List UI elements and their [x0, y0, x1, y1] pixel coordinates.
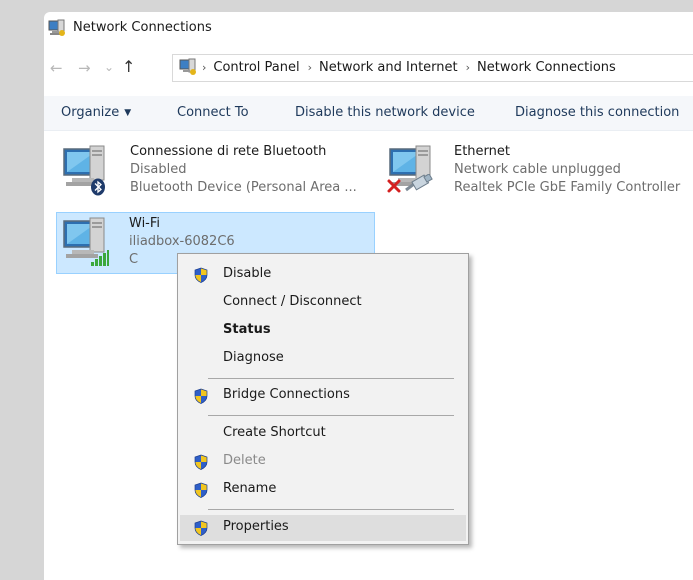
- uac-shield-icon: [193, 267, 209, 283]
- connection-status: Network cable unplugged: [454, 162, 621, 177]
- menu-item-properties[interactable]: Properties: [180, 515, 466, 541]
- context-menu: Disable Connect / Disconnect Status Diag…: [177, 253, 469, 545]
- breadcrumb-separator: ›: [202, 61, 207, 74]
- breadcrumb-separator: ›: [465, 61, 471, 74]
- menu-item-label: Connect / Disconnect: [223, 294, 362, 309]
- menu-item-create-shortcut[interactable]: Create Shortcut: [180, 422, 466, 446]
- menu-item-diagnose[interactable]: Diagnose: [180, 347, 466, 371]
- menu-item-label: Rename: [223, 481, 277, 496]
- uac-shield-icon: [193, 520, 209, 536]
- menu-item-connect-disconnect[interactable]: Connect / Disconnect: [180, 291, 466, 315]
- menu-item-delete[interactable]: Delete: [180, 450, 466, 474]
- network-connections-window: Network Connections ← → ⌄ ↑ › Control Pan…: [44, 12, 693, 580]
- uac-shield-icon: [193, 454, 209, 470]
- menu-item-label: Delete: [223, 453, 266, 468]
- menu-separator: [208, 378, 454, 379]
- address-bar: ← → ⌄ ↑ › Control Panel › Network and Inter…: [44, 52, 693, 84]
- forward-arrow-icon[interactable]: →: [78, 59, 91, 77]
- window-title: Network Connections: [73, 20, 212, 35]
- signal-bars-icon: [90, 249, 110, 271]
- connection-device: Bluetooth Device (Personal Area ...: [130, 180, 357, 195]
- menu-item-label: Properties: [223, 519, 289, 534]
- back-arrow-icon[interactable]: ←: [50, 59, 63, 77]
- connect-to-button[interactable]: Connect To: [177, 105, 249, 120]
- organize-button[interactable]: Organize ▼: [61, 105, 131, 120]
- menu-item-bridge-connections[interactable]: Bridge Connections: [180, 384, 466, 408]
- connection-item-ethernet[interactable]: Ethernet Network cable unplugged Realtek…: [386, 144, 693, 204]
- menu-item-label: Disable: [223, 266, 272, 281]
- uac-shield-icon: [193, 482, 209, 498]
- control-panel-icon: [179, 58, 197, 80]
- disable-device-button[interactable]: Disable this network device: [295, 105, 475, 120]
- organize-label: Organize: [61, 105, 120, 120]
- red-x-icon: [386, 178, 402, 198]
- breadcrumb: › Control Panel › Network and Internet › Netw…: [202, 60, 616, 75]
- connection-status: Disabled: [130, 162, 187, 177]
- breadcrumb-control-panel[interactable]: Control Panel: [213, 60, 299, 75]
- menu-item-label: Status: [223, 322, 271, 337]
- connection-item-bluetooth[interactable]: Connessione di rete Bluetooth Disabled B…: [60, 144, 380, 204]
- menu-item-disable[interactable]: Disable: [180, 263, 466, 287]
- up-arrow-icon[interactable]: ↑: [122, 57, 135, 76]
- connection-device: Realtek PCIe GbE Family Controller: [454, 180, 681, 195]
- menu-separator: [208, 415, 454, 416]
- ethernet-cable-icon: [404, 173, 434, 198]
- command-bar: Organize ▼ Connect To Disable this networ…: [44, 96, 693, 131]
- title-bar: Network Connections: [44, 12, 693, 44]
- breadcrumb-separator: ›: [307, 61, 313, 74]
- menu-item-label: Diagnose: [223, 350, 284, 365]
- connection-ssid: iliadbox-6082C6: [129, 234, 235, 249]
- menu-separator: [208, 509, 454, 510]
- connection-name: Ethernet: [454, 144, 510, 159]
- menu-item-label: Create Shortcut: [223, 425, 326, 440]
- bluetooth-icon: [90, 178, 106, 200]
- connection-status: C: [129, 252, 139, 267]
- diagnose-connection-button[interactable]: Diagnose this connection: [515, 105, 679, 120]
- menu-item-rename[interactable]: Rename: [180, 478, 466, 502]
- connection-name: Connessione di rete Bluetooth: [130, 144, 327, 159]
- breadcrumb-network-connections[interactable]: Network Connections: [477, 60, 616, 75]
- uac-shield-icon: [193, 388, 209, 404]
- chevron-down-icon: ▼: [124, 108, 132, 118]
- network-connections-icon: [48, 19, 66, 41]
- breadcrumb-network-and-internet[interactable]: Network and Internet: [319, 60, 458, 75]
- connection-name: Wi-Fi: [129, 216, 161, 231]
- menu-item-status[interactable]: Status: [180, 319, 466, 343]
- recent-locations-icon[interactable]: ⌄: [104, 60, 114, 74]
- address-field[interactable]: › Control Panel › Network and Internet › Netw…: [172, 54, 693, 82]
- menu-item-label: Bridge Connections: [223, 387, 350, 402]
